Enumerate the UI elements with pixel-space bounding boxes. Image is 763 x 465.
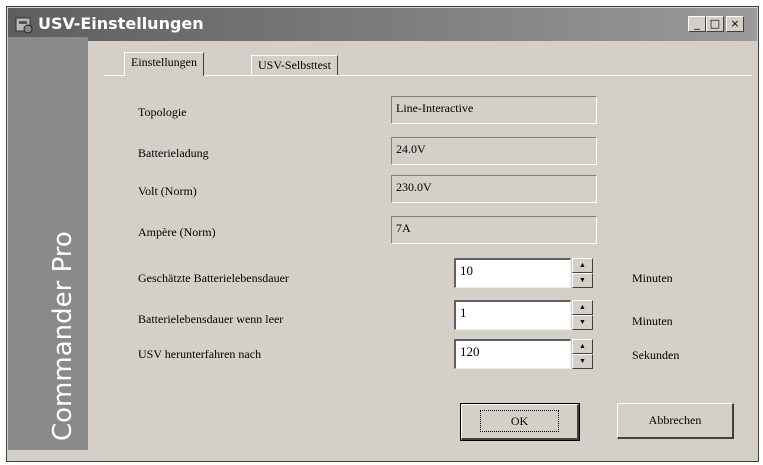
shutdown-label: USV herunterfahren nach: [138, 347, 262, 361]
shutdown-spinner[interactable]: ▲ ▼: [572, 339, 593, 369]
tab-einstellungen[interactable]: Einstellungen: [124, 52, 204, 76]
cancel-button[interactable]: Abbrechen: [617, 403, 734, 439]
runtime-unit: Minuten: [632, 271, 673, 285]
shutdown-unit: Sekunden: [632, 348, 680, 362]
tab-usv-selbsttest[interactable]: USV-Selbsttest: [251, 55, 338, 75]
ok-button[interactable]: OK: [460, 403, 580, 441]
empty-runtime-label: Batterielebensdauer wenn leer: [138, 312, 284, 326]
spin-down-icon[interactable]: ▼: [572, 354, 593, 369]
window-title: USV-Einstellungen: [38, 14, 204, 33]
runtime-input[interactable]: 10: [454, 258, 571, 288]
topology-field: Line-Interactive: [391, 96, 597, 124]
ups-app-icon: [15, 17, 33, 34]
spin-up-icon[interactable]: ▲: [572, 339, 593, 354]
runtime-label: Geschätzte Batterielebensdauer: [138, 271, 289, 285]
maximize-button[interactable]: □: [706, 16, 724, 32]
topology-label: Topologie: [138, 105, 187, 119]
battery-field: 24.0V: [391, 137, 597, 165]
spin-down-icon[interactable]: ▼: [572, 273, 593, 288]
runtime-spinner[interactable]: ▲ ▼: [572, 258, 593, 288]
volt-field: 230.0V: [391, 175, 597, 203]
brand-text: Commander Pro: [48, 231, 78, 441]
spin-down-icon[interactable]: ▼: [572, 315, 593, 330]
empty-runtime-unit: Minuten: [632, 314, 673, 328]
empty-runtime-spinner[interactable]: ▲ ▼: [572, 300, 593, 330]
brand-sidebar: Commander Pro: [8, 37, 88, 450]
empty-runtime-input[interactable]: 1: [454, 300, 571, 330]
spin-up-icon[interactable]: ▲: [572, 300, 593, 315]
close-button[interactable]: ×: [726, 16, 744, 32]
title-bar[interactable]: USV-Einstellungen _ □ ×: [8, 8, 757, 41]
volt-label: Volt (Norm): [138, 184, 197, 198]
ampere-field: 7A: [391, 216, 597, 244]
minimize-button[interactable]: _: [688, 16, 706, 32]
spin-up-icon[interactable]: ▲: [572, 258, 593, 273]
ampere-label: Ampère (Norm): [138, 225, 216, 239]
ok-button-label: OK: [479, 410, 560, 432]
battery-label: Batterieladung: [138, 146, 209, 160]
shutdown-input[interactable]: 120: [454, 339, 571, 369]
